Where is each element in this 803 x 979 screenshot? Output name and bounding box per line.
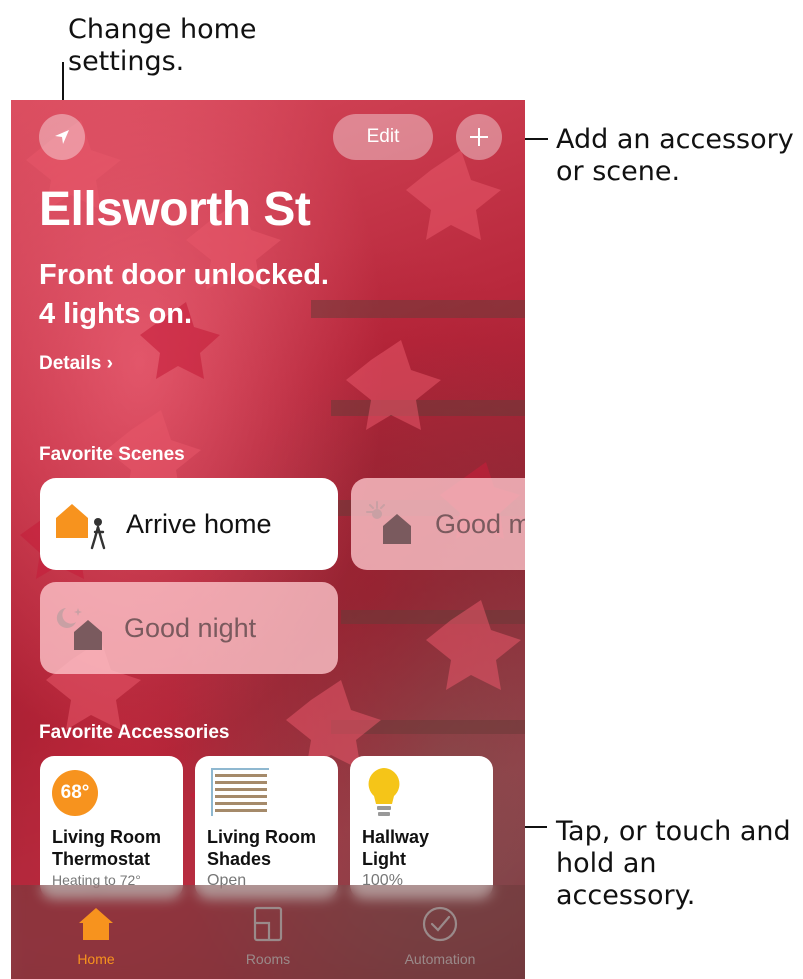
scene-label: Arrive home — [126, 508, 272, 539]
accessory-name: Living Room Thermostat — [52, 826, 182, 870]
accessory-name: Hallway Light — [362, 826, 492, 870]
accessory-living-room-thermostat[interactable]: 68° Living Room Thermostat Heating to 72… — [40, 756, 183, 899]
favorite-scenes-label: Favorite Scenes — [39, 444, 185, 465]
accessory-name-line1: Living Room — [52, 827, 161, 847]
home-status: Front door unlocked. 4 lights on. — [39, 256, 399, 334]
thermostat-temperature: 68° — [60, 782, 90, 803]
thermostat-icon: 68° — [52, 770, 98, 816]
status-line-lights: 4 lights on. — [39, 298, 193, 330]
accessory-living-room-shades[interactable]: Living Room Shades Open — [195, 756, 338, 899]
accessory-name-line2: Light — [362, 849, 406, 869]
rooms-icon — [253, 906, 283, 942]
add-button[interactable] — [456, 114, 502, 160]
plus-icon — [470, 128, 488, 146]
good-night-icon — [56, 608, 102, 650]
location-arrow-icon — [55, 130, 69, 144]
tab-label: Rooms — [245, 951, 291, 967]
callout-add-accessory: Add an accessory or scene. — [556, 124, 794, 188]
accessory-name-line1: Hallway — [362, 827, 430, 847]
scene-label: Good night — [124, 612, 257, 643]
tab-home[interactable]: Home — [11, 885, 181, 979]
arrive-home-icon — [56, 504, 106, 550]
home-app-screen: Edit Ellsworth St Front door unlocked. 4… — [11, 100, 525, 979]
tab-automation[interactable]: Automation — [355, 885, 525, 979]
favorite-accessories-label: Favorite Accessories — [39, 722, 230, 743]
accessory-hallway-light[interactable]: Hallway Light 100% — [350, 756, 493, 899]
status-line-door: Front door unlocked. — [39, 259, 329, 291]
accessory-name-line2: Thermostat — [52, 849, 151, 869]
edit-button[interactable]: Edit — [333, 114, 433, 160]
tab-label: Home — [77, 951, 115, 967]
home-settings-button[interactable] — [39, 114, 85, 160]
lightbulb-icon — [368, 768, 400, 816]
tab-bar: Home Rooms Automation — [11, 885, 525, 979]
scene-arrive-home[interactable]: Arrive home — [40, 478, 338, 570]
details-link[interactable]: Details › — [39, 353, 113, 375]
home-icon — [79, 908, 113, 940]
callout-home-settings-line1: Change home — [68, 14, 257, 45]
callout-tap-line1: Tap, or touch and — [556, 816, 791, 847]
accessory-name: Living Room Shades — [207, 826, 337, 870]
home-title: Ellsworth St — [39, 183, 311, 236]
tab-rooms[interactable]: Rooms — [183, 885, 353, 979]
scene-label: Good m — [435, 508, 525, 539]
good-morning-icon — [366, 501, 411, 544]
callout-tap-line2: hold an accessory. — [556, 848, 696, 911]
callout-add-line1: Add an accessory — [556, 124, 794, 155]
callout-home-settings-line2: settings. — [68, 46, 185, 77]
callout-home-settings: Change home settings. — [68, 14, 257, 78]
accessory-name-line1: Living Room — [207, 827, 316, 847]
shades-icon — [211, 768, 269, 816]
automation-icon — [422, 906, 458, 942]
callout-add-line2: or scene. — [556, 156, 681, 187]
accessory-name-line2: Shades — [207, 849, 272, 869]
tab-label: Automation — [404, 951, 476, 967]
scene-good-morning[interactable]: Good m — [351, 478, 525, 570]
callout-tap-accessory: Tap, or touch and hold an accessory. — [556, 816, 803, 912]
scene-good-night[interactable]: Good night — [40, 582, 338, 674]
